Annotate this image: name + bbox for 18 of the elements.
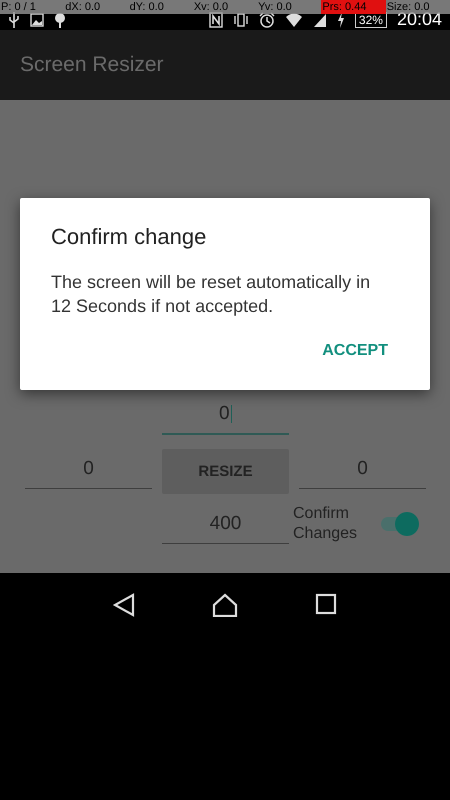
pointer-reading: Xv: 0.0	[192, 0, 230, 14]
number-field[interactable]: 400	[162, 504, 289, 544]
toggle-label: Confirm Changes	[293, 504, 358, 544]
dialog-message: The screen will be reset automatically in 12 Seconds if not accepted.	[51, 271, 372, 318]
dialog-title: Confirm change	[51, 224, 208, 250]
pointer-reading: dX: 0.0	[64, 0, 102, 14]
number-field[interactable]: 0	[25, 449, 152, 489]
pointer-reading: Prs: 0.44	[321, 0, 386, 14]
pointer-reading: dY: 0.0	[128, 0, 165, 14]
number-field[interactable]: 0	[162, 395, 289, 435]
clock: 20:04	[396, 10, 442, 28]
accept-button[interactable]: ACCEPT	[322, 338, 388, 364]
pointer-reading: P: 0 / 1	[0, 0, 37, 14]
pointer-reading: Yv: 0.0	[257, 0, 293, 14]
app-title: Screen Resizer	[20, 53, 164, 77]
pointer-reading: Size: 0.0	[386, 0, 430, 13]
resize-button[interactable]: RESIZE	[162, 449, 289, 494]
number-field[interactable]: 0	[299, 449, 426, 489]
